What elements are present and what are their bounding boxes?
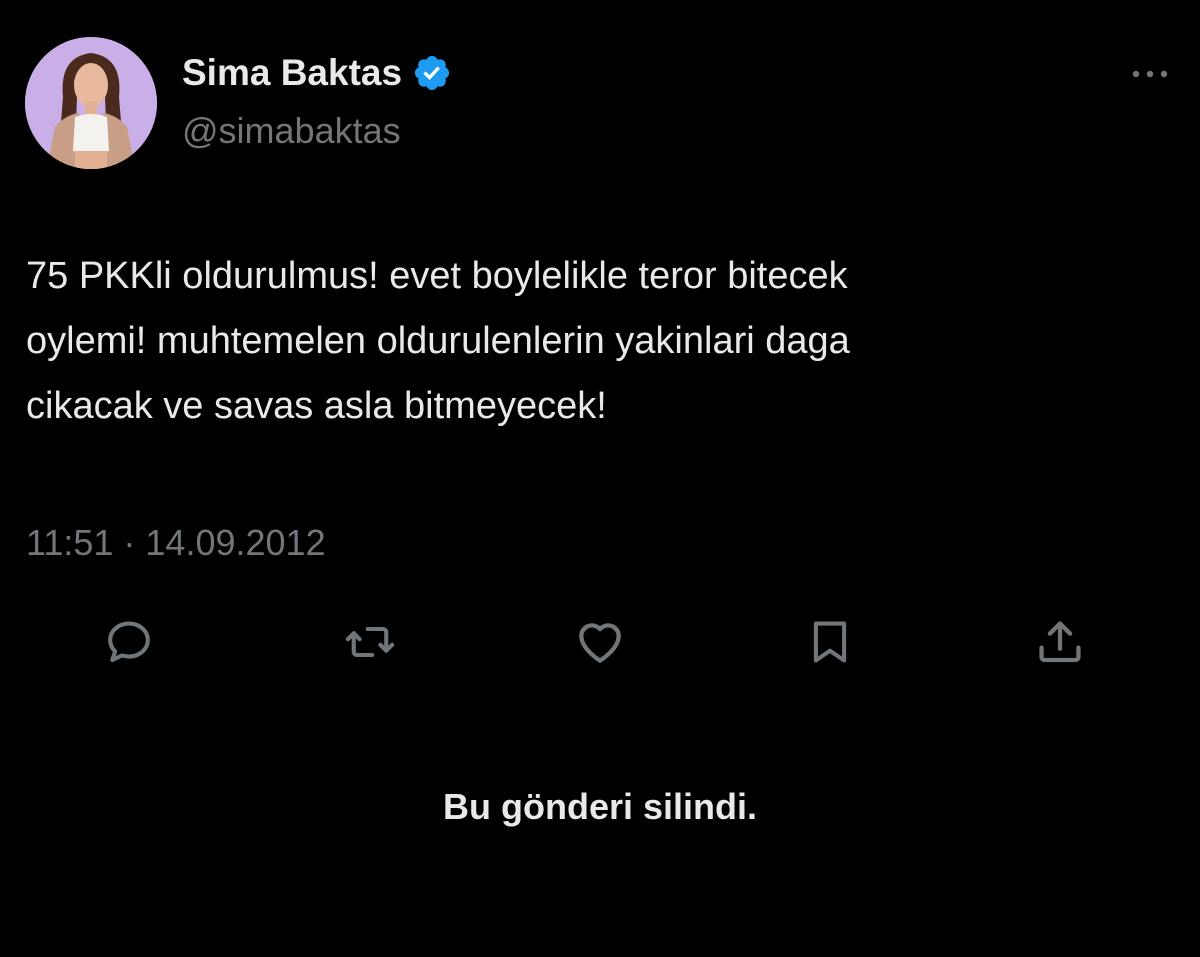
display-name[interactable]: Sima Baktas — [182, 52, 452, 94]
bookmark-icon[interactable] — [802, 614, 858, 670]
deleted-notice: Bu gönderi silindi. — [443, 786, 757, 827]
tweet-text: 75 PKKli oldurulmus! evet boylelikle ter… — [26, 244, 1176, 439]
tweet-text-line: cikacak ve savas asla bitmeyecek! — [26, 385, 607, 427]
tweet-text-line: oylemi! muhtemelen oldurulenlerin yakinl… — [26, 320, 850, 362]
user-handle[interactable]: @simabaktas — [182, 110, 401, 152]
share-icon[interactable] — [1032, 614, 1088, 670]
more-options-icon[interactable] — [1128, 62, 1172, 86]
verified-badge-icon[interactable] — [412, 53, 452, 93]
avatar[interactable] — [25, 37, 157, 169]
display-name-text: Sima Baktas — [182, 52, 403, 93]
tweet-timestamp[interactable]: 11:51 · 14.09.2012 — [26, 522, 326, 564]
retweet-icon[interactable] — [342, 614, 398, 670]
profile-photo — [25, 37, 157, 169]
reply-icon[interactable] — [101, 614, 157, 670]
like-icon[interactable] — [572, 614, 628, 670]
tweet-text-line: 75 PKKli oldurulmus! evet boylelikle ter… — [26, 255, 848, 297]
